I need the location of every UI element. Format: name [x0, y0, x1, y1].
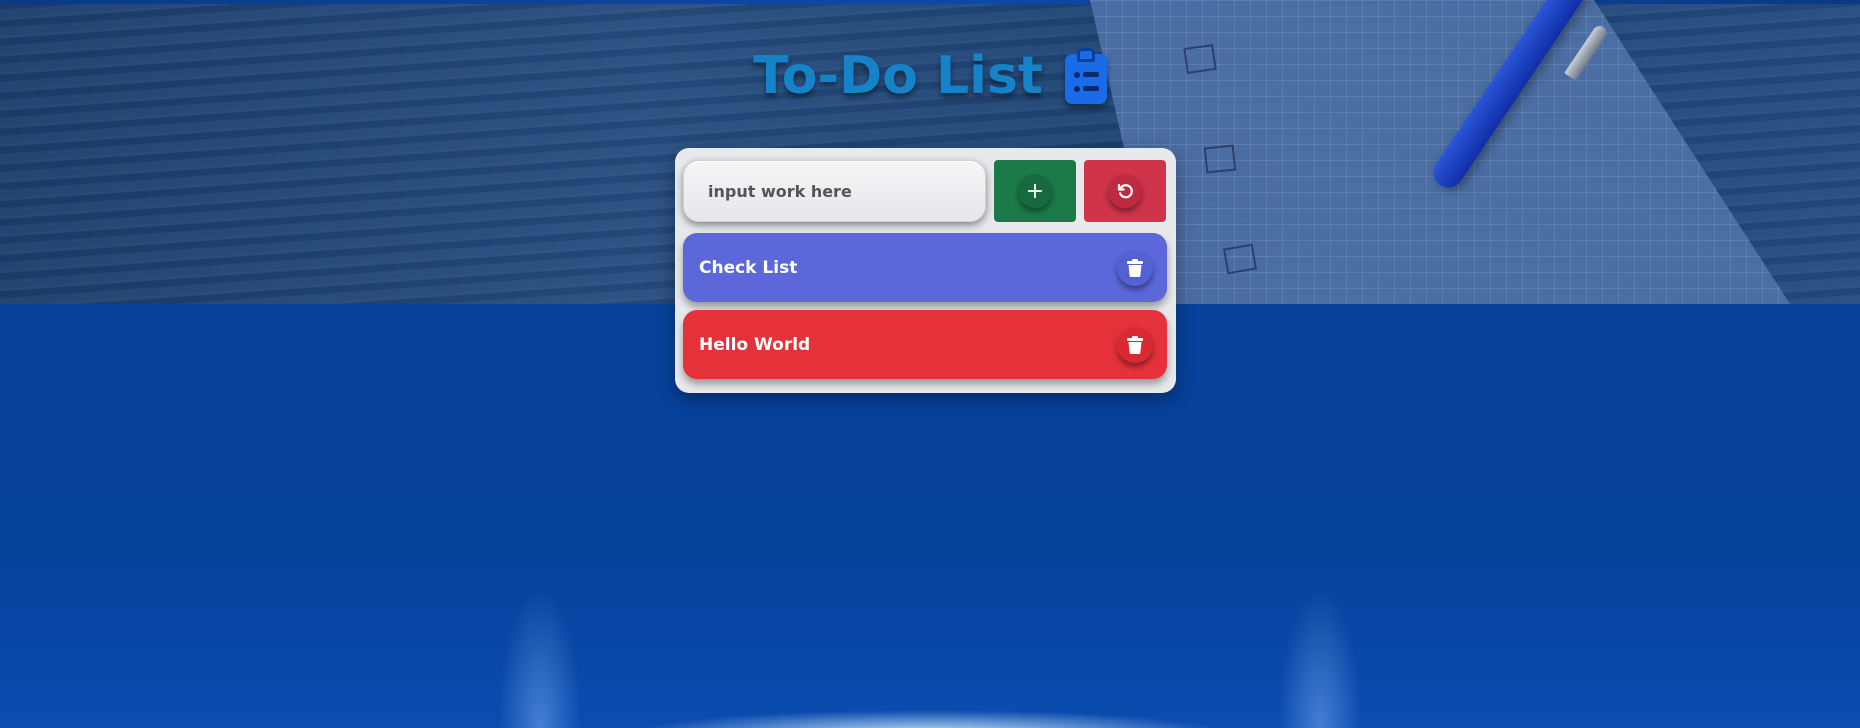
rotate-ccw-icon [1108, 174, 1142, 208]
todo-card: + Check List Hello World [675, 148, 1176, 393]
add-task-button[interactable]: + [994, 160, 1076, 222]
task-input[interactable] [684, 161, 985, 221]
checkbox-doodle [1222, 243, 1258, 275]
page-title: To-Do List [0, 46, 1860, 106]
reset-button[interactable] [1084, 160, 1166, 222]
task-item: Hello World [683, 310, 1167, 379]
task-item: Check List [683, 233, 1167, 302]
page-title-text: To-Do List [753, 46, 1043, 106]
task-label: Hello World [699, 334, 811, 355]
task-label: Check List [699, 257, 798, 278]
trash-icon [1127, 259, 1143, 277]
delete-task-button[interactable] [1117, 250, 1153, 286]
task-input-wrapper [683, 160, 986, 222]
clipboard-list-icon [1064, 48, 1107, 104]
trash-icon [1127, 336, 1143, 354]
plus-icon: + [1018, 174, 1052, 208]
checkbox-doodle [1203, 144, 1237, 174]
delete-task-button[interactable] [1117, 327, 1153, 363]
